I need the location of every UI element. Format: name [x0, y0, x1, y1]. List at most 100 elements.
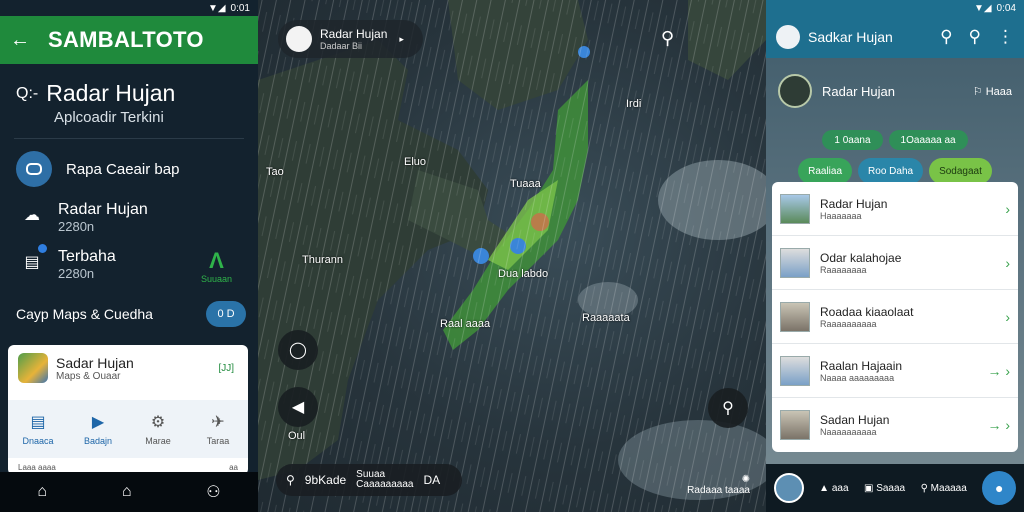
app-header: Sadkar Hujan ⚲ ⚲ ⋮ — [766, 16, 1024, 58]
list-thumbnail — [780, 193, 810, 224]
filter-button[interactable]: Sodagaat — [929, 158, 992, 184]
notification-badge — [38, 244, 47, 253]
list-item[interactable]: Raalan Hajaain Naaaa aaaaaaaaa → › — [772, 344, 1018, 398]
app-badge-pill[interactable]: Radar Hujan Dadaar Bii ▸ — [278, 20, 423, 58]
chat-icon — [16, 151, 52, 187]
status-bar: ▼◢ 0:04 — [766, 0, 1024, 16]
plane-icon: ✈ — [211, 414, 225, 431]
tab-document[interactable]: ▤ Dnaaca — [8, 400, 68, 458]
filter-button[interactable]: Raaliaa — [798, 158, 853, 184]
app-card-title: Sadar Hujan — [56, 354, 134, 371]
tab-label: Dnaaca — [22, 436, 54, 446]
tab-settings[interactable]: ⚙ Marae — [128, 400, 188, 458]
nav-label: aaa — [831, 482, 849, 494]
list-item[interactable]: Odar kalahojae Raaaaaaaa › — [772, 236, 1018, 290]
nav-item-search[interactable]: ⚲ Maaaaa — [921, 483, 967, 494]
play-icon: ▶ — [91, 414, 105, 431]
navigate-button[interactable]: ◀ — [278, 387, 318, 427]
bottom-small-label-2: Caaaaaaaaa — [356, 479, 414, 490]
map-label: Dua labdo — [498, 268, 549, 280]
sun-icon: ✺ — [741, 474, 750, 485]
nav-item-saved[interactable]: ▣ Saaaa — [864, 483, 905, 494]
map-bottom-bar[interactable]: ⚲ 9bKade Suuaa Caaaaaaaaa DA — [276, 464, 462, 496]
result-list: Radar Hujan Haaaaaaa › Odar kalahojae Ra… — [772, 182, 1018, 452]
signal-icon: ▼◢ — [973, 2, 992, 14]
people-icon[interactable]: ⚇ — [206, 482, 220, 502]
divider — [14, 138, 244, 139]
chip[interactable]: 1Oaaaaa aa — [888, 130, 968, 150]
map-label: Raaaaata — [582, 312, 630, 324]
back-arrow-icon[interactable]: ← — [10, 29, 30, 52]
avatar[interactable] — [773, 473, 804, 503]
tab-video[interactable]: ▶ Badajn — [68, 400, 128, 458]
tab-plane[interactable]: ✈ Taraa — [188, 400, 248, 458]
profile-side-label: ⚐ Haaa — [972, 85, 1012, 98]
profile-row[interactable]: Radar Hujan ⚐ Haaa — [766, 58, 1024, 108]
menu-item-sub: 2280n — [58, 266, 95, 281]
map-label: Irdi — [626, 98, 642, 110]
menu-item-radar[interactable]: ☁ Radar Hujan 2280n — [0, 201, 258, 234]
filter-button[interactable]: Roo Daha — [858, 158, 924, 184]
list-thumbnail — [780, 410, 810, 440]
map-label: Tao — [266, 166, 284, 178]
card-tabs: ▤ Dnaaca ▶ Badajn ⚙ Marae ✈ Taraa — [8, 400, 248, 458]
app-card-sub: Maps & Ouaar — [56, 370, 121, 382]
document-icon: ▤ — [24, 254, 40, 271]
app-thumbnail — [18, 353, 48, 383]
zoom-search-button[interactable]: ⚲ — [708, 388, 748, 428]
list-item[interactable]: Radar Hujan Haaaaaaa › — [772, 182, 1018, 236]
button-row: Raaliaa Roo Daha Sodagaat — [766, 158, 1024, 184]
map-panel[interactable]: Radar Hujan Dadaar Bii ▸ ⚲ Tao Eluo Irdi… — [258, 0, 766, 512]
brand-logo: Λ Suuaan — [201, 248, 232, 284]
home-icon[interactable]: ⌂ — [37, 483, 47, 501]
search-icon: Q:- — [16, 84, 39, 102]
more-icon[interactable]: ⋮ — [997, 27, 1014, 47]
map-credit: ✺ Radaaa taaaa — [687, 474, 750, 496]
chevron-right-icon: › — [1005, 200, 1010, 217]
map-label: Eluo — [404, 156, 427, 168]
right-panel: ▼◢ 0:04 Sadkar Hujan ⚲ ⚲ ⋮ Radar Hujan ⚐… — [766, 0, 1024, 512]
location-button[interactable]: ◯ — [278, 330, 318, 370]
list-item-title: Odar kalahojae — [820, 250, 902, 265]
list-item[interactable]: Roadaa kiaaolaat Raaaaaaaaaa › — [772, 290, 1018, 344]
map-label: Raal aaaa — [440, 318, 491, 330]
map-label: Oul — [288, 430, 306, 442]
app-header: ← SAMBALTOTO — [0, 16, 258, 64]
menu-item-title: Radar Hujan — [58, 201, 148, 218]
avatar — [778, 74, 812, 108]
tab-label: Taraa — [206, 436, 230, 446]
app-card: Sadar Hujan Maps & Ouaar [JJ] ▤ Dnaaca ▶… — [8, 345, 248, 475]
list-item-sub: Raaaaaaaaaa — [820, 318, 877, 329]
search-icon[interactable]: ⚲ — [661, 28, 674, 49]
map-label: Tuaaa — [510, 178, 541, 190]
menu-row-map[interactable]: Rapa Caeair bap — [0, 151, 258, 187]
profile-fab[interactable]: ● — [982, 471, 1017, 505]
list-thumbnail — [780, 247, 810, 278]
lock-icon[interactable]: ⌂ — [122, 483, 132, 501]
bottom-end-label: DA — [423, 473, 441, 487]
gear-icon: ⚙ — [150, 414, 166, 431]
cloud-icon: ☁ — [24, 207, 40, 224]
arrow-right-icon: → › — [987, 417, 1010, 433]
bottom-main-label: 9bKade — [304, 473, 347, 487]
maps-setting-label: Cayp Maps & Cuedha — [16, 306, 153, 322]
maps-toggle[interactable]: 0 D — [206, 301, 246, 327]
app-card-tag: [JJ] — [218, 363, 234, 374]
search-alt-icon[interactable]: ⚲ — [969, 27, 981, 47]
pill-title: Radar Hujan — [320, 27, 388, 41]
status-time: 0:04 — [996, 2, 1016, 14]
list-thumbnail — [780, 355, 810, 386]
list-thumbnail — [780, 301, 810, 332]
search-header[interactable]: Q:- Radar Hujan — [0, 64, 258, 107]
chip[interactable]: 1 0aana — [822, 130, 883, 150]
search-icon[interactable]: ⚲ — [940, 27, 952, 47]
nav-item-map[interactable]: ▲ aaa — [819, 483, 848, 494]
card-footer-left: Laaa aaaa — [18, 463, 56, 472]
arrow-right-icon: → › — [987, 362, 1010, 379]
card-footer: Laaa aaaa aa — [8, 463, 248, 472]
nav-label: Maaaaa — [930, 482, 967, 494]
list-item[interactable]: Sadan Hujan Naaaaaaaaaa → › — [772, 398, 1018, 452]
brand-logo-text: Suuaan — [200, 274, 232, 284]
menu-item-latest[interactable]: ▤ Terbaha 2280n Λ Suuaan — [0, 244, 258, 284]
list-item-title: Radar Hujan — [820, 196, 888, 211]
